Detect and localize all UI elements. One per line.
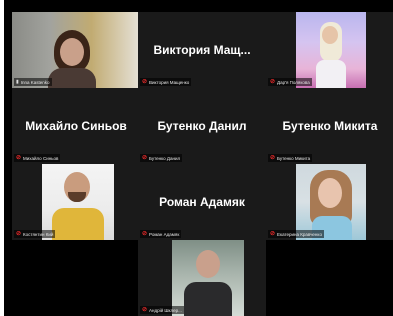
participant-video [172, 240, 244, 316]
participant-display-name: Бутенко Микита [282, 119, 378, 133]
participant-name: Виктория Мащенко [149, 79, 190, 85]
participant-tile-roman[interactable]: Роман Адамяк ⊘ Роман Адамяк [138, 164, 266, 240]
mic-muted-icon: ⊘ [270, 79, 276, 85]
mic-muted-icon: ⊘ [16, 231, 22, 237]
mic-icon: ▮ [16, 79, 19, 85]
mic-muted-icon: ⊘ [142, 79, 148, 85]
gallery-grid: ▮ Inna Kastenko Виктория Мащ... ⊘ Виктор… [4, 0, 393, 316]
participant-name: Inna Kastenko [20, 79, 50, 85]
participant-name-bar: ⊘ Костянтин Кий [14, 230, 56, 238]
participant-name: Бутенко Данил [149, 155, 181, 161]
participant-video [12, 12, 140, 88]
participant-name: Екатерина Кравченко [277, 231, 322, 237]
participant-display-name: Михайло Синьов [25, 119, 127, 133]
participant-name-bar: ⊘ Виктория Мащенко [140, 78, 192, 86]
participant-tile-kostiantyn[interactable]: ⊘ Костянтин Кий [12, 164, 140, 240]
participant-video [296, 12, 366, 88]
participant-name: Роман Адамяк [149, 231, 180, 237]
participant-tile-mykyta[interactable]: Бутенко Микита ⊘ Бутенко Микита [266, 88, 393, 164]
participant-tile-mykhailo[interactable]: Михайло Синьов ⊘ Михайло Синьов [12, 88, 140, 164]
mic-muted-icon: ⊘ [142, 231, 148, 237]
mic-muted-icon: ⊘ [270, 155, 276, 161]
participant-tile-kateryna[interactable]: ⊘ Екатерина Кравченко [266, 164, 393, 240]
participant-name-bar: ⊘ Бутенко Микита [268, 154, 313, 162]
participant-name-bar: ▮ Inna Kastenko [14, 78, 52, 86]
participant-display-name: Бутенко Данил [157, 119, 247, 133]
mic-muted-icon: ⊘ [270, 231, 276, 237]
participant-name: Костянтин Кий [23, 231, 54, 237]
participant-name-bar: ⊘ Бутенко Данил [140, 154, 183, 162]
participant-video [296, 164, 366, 240]
participant-tile-viktoriya[interactable]: Виктория Мащ... ⊘ Виктория Мащенко [138, 12, 266, 88]
mic-muted-icon: ⊘ [16, 155, 22, 161]
participant-name: Андрій Шклер... [149, 307, 182, 313]
mic-muted-icon: ⊘ [142, 307, 148, 313]
participant-tile-danyl[interactable]: Бутенко Данил ⊘ Бутенко Данил [138, 88, 266, 164]
participant-name-bar: ⊘ Дар'я Полякова [268, 78, 312, 86]
participant-name: Михайло Синьов [23, 155, 59, 161]
participant-tile-inna-kastenko[interactable]: ▮ Inna Kastenko [12, 12, 140, 88]
participant-name-bar: ⊘ Михайло Синьов [14, 154, 61, 162]
participant-name: Дар'я Полякова [277, 79, 310, 85]
participant-name-bar: ⊘ Екатерина Кравченко [268, 230, 324, 238]
participant-video [42, 164, 114, 240]
participant-name: Бутенко Микита [277, 155, 311, 161]
participant-name-bar: ⊘ Роман Адамяк [140, 230, 182, 238]
participant-tile-darya[interactable]: ⊘ Дар'я Полякова [266, 12, 393, 88]
participant-tile-andrii[interactable]: ⊘ Андрій Шклер... [138, 240, 266, 316]
participant-display-name: Роман Адамяк [159, 195, 245, 209]
mic-muted-icon: ⊘ [142, 155, 148, 161]
participant-display-name: Виктория Мащ... [153, 43, 251, 57]
participant-name-bar: ⊘ Андрій Шклер... [140, 306, 184, 314]
